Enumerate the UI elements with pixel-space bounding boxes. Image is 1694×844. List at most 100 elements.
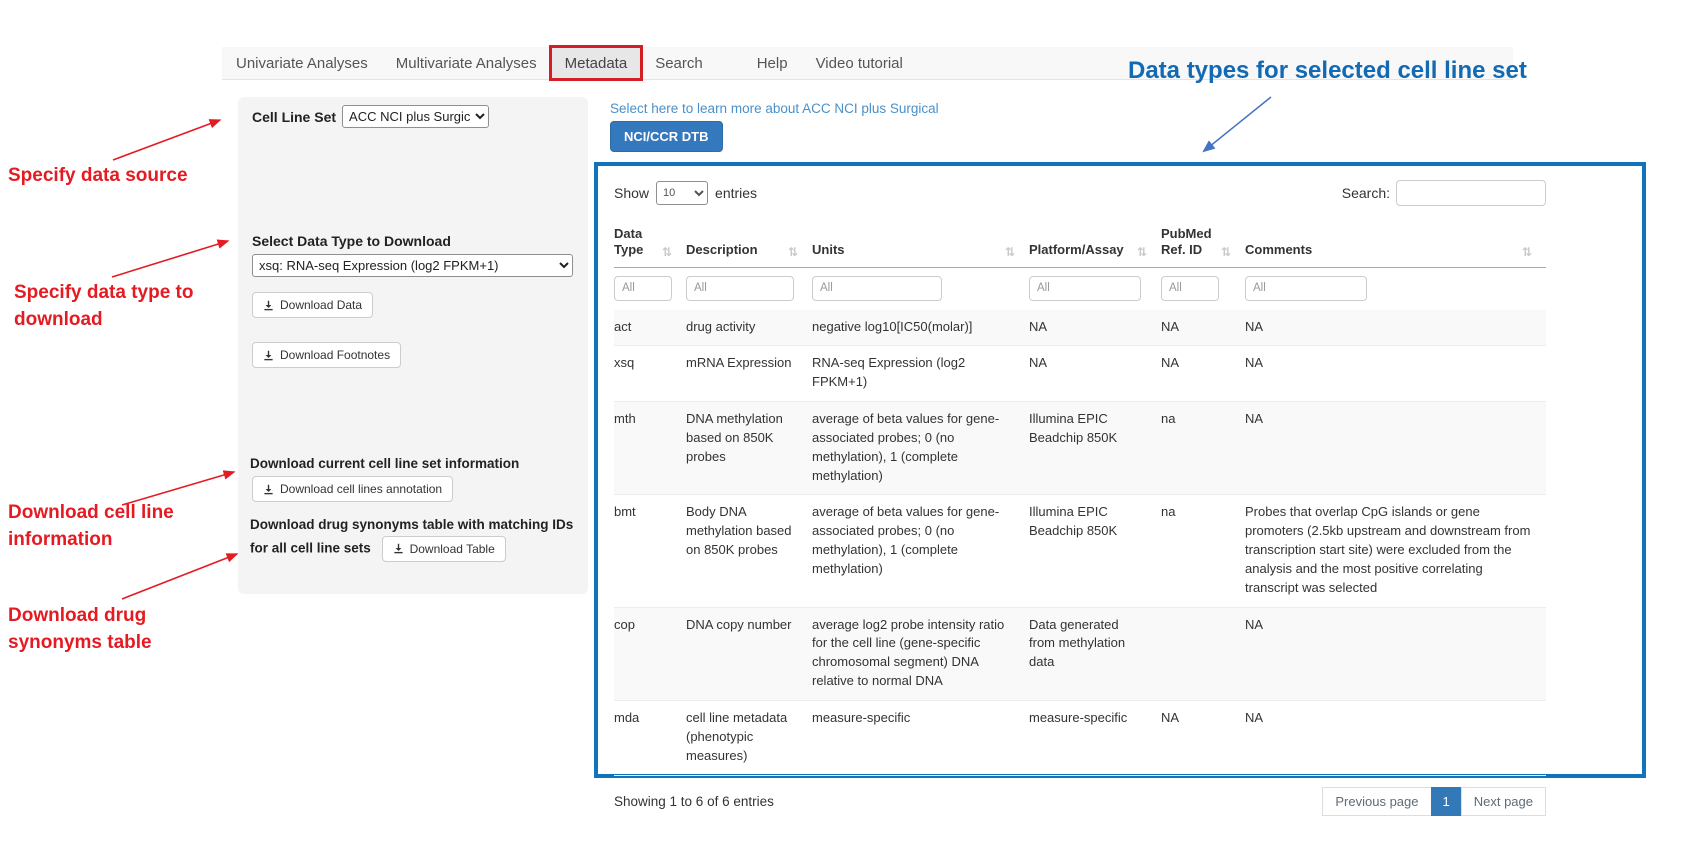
cell-units: average log2 probe intensity ratio for t…	[812, 607, 1029, 700]
cell-platform: Data generated from methylation data	[1029, 607, 1161, 700]
cell-units: RNA-seq Expression (log2 FPKM+1)	[812, 346, 1029, 402]
column-header-data-type[interactable]: Data Type⇅	[614, 222, 686, 267]
cell-description: drug activity	[686, 310, 812, 346]
download-footnotes-button[interactable]: Download Footnotes	[252, 342, 401, 368]
cell-units: average of beta values for gene-associat…	[812, 402, 1029, 495]
data-type-select[interactable]: xsq: RNA-seq Expression (log2 FPKM+1)	[252, 254, 573, 277]
cell-platform: Illumina EPIC Beadchip 850K	[1029, 495, 1161, 607]
entries-label: entries	[715, 185, 757, 201]
sort-icon[interactable]: ⇅	[662, 246, 672, 259]
learn-more-link[interactable]: Select here to learn more about ACC NCI …	[610, 101, 939, 116]
cell-pubmed	[1161, 607, 1245, 700]
download-icon	[393, 543, 404, 554]
download-icon	[263, 484, 274, 495]
cell-description: Body DNA methylation based on 850K probe…	[686, 495, 812, 607]
tab-multivariate-analyses[interactable]: Multivariate Analyses	[382, 47, 551, 79]
column-header-pubmed-ref-id[interactable]: PubMed Ref. ID⇅	[1161, 222, 1245, 267]
data-source-button[interactable]: NCI/CCR DTB	[610, 121, 723, 152]
download-data-button[interactable]: Download Data	[252, 292, 373, 318]
tab-video-tutorial[interactable]: Video tutorial	[802, 47, 917, 79]
table-row: cop DNA copy number average log2 probe i…	[614, 607, 1546, 700]
sidebar-panel: Cell Line Set ACC NCI plus Surgical Sele…	[238, 97, 588, 594]
cell-data-type: mth	[614, 402, 686, 495]
next-page-button[interactable]: Next page	[1461, 787, 1546, 816]
cell-pubmed: NA	[1161, 310, 1245, 346]
page-length-select[interactable]: 10	[656, 181, 708, 205]
show-label: Show	[614, 185, 649, 201]
drug-synonyms-heading: Download drug synonyms table with matchi…	[250, 515, 576, 562]
cell-comments: Probes that overlap CpG islands or gene …	[1245, 495, 1546, 607]
cell-units: average of beta values for gene-associat…	[812, 495, 1029, 607]
column-label: Units	[812, 242, 845, 258]
column-header-description[interactable]: Description⇅	[686, 222, 812, 267]
column-label: Platform/Assay	[1029, 242, 1124, 258]
cell-description: cell line metadata (phenotypic measures)	[686, 701, 812, 776]
annotation-download-drug-synonyms: Download drug synonyms table	[8, 603, 170, 656]
annotation-specify-data-source: Specify data source	[8, 163, 218, 190]
filter-input-units[interactable]	[812, 276, 942, 301]
tab-metadata[interactable]: Metadata	[551, 47, 642, 79]
cell-pubmed: na	[1161, 495, 1245, 607]
cell-pubmed: na	[1161, 402, 1245, 495]
arrow-data-type	[112, 241, 228, 277]
download-cell-lines-annotation-label: Download cell lines annotation	[280, 482, 442, 496]
download-data-label: Download Data	[280, 298, 362, 312]
table-row: mda cell line metadata (phenotypic measu…	[614, 701, 1546, 776]
table-row: bmt Body DNA methylation based on 850K p…	[614, 495, 1546, 607]
cell-description: DNA methylation based on 850K probes	[686, 402, 812, 495]
search-input[interactable]	[1396, 180, 1546, 206]
page-number-button[interactable]: 1	[1431, 787, 1462, 816]
sort-icon[interactable]: ⇅	[1137, 246, 1147, 259]
sort-icon[interactable]: ⇅	[1221, 246, 1231, 259]
column-header-comments[interactable]: Comments ⇅	[1245, 222, 1546, 267]
cell-data-type: mda	[614, 701, 686, 776]
cell-line-set-select[interactable]: ACC NCI plus Surgical	[342, 105, 489, 128]
column-header-units[interactable]: Units ⇅	[812, 222, 1029, 267]
table-row: xsq mRNA Expression RNA-seq Expression (…	[614, 346, 1546, 402]
column-header-platform-assay[interactable]: Platform/Assay ⇅	[1029, 222, 1161, 267]
filter-input-description[interactable]	[686, 276, 794, 301]
filter-input-platform-assay[interactable]	[1029, 276, 1141, 301]
filter-input-pubmed-ref-id[interactable]	[1161, 276, 1219, 301]
download-icon	[263, 300, 274, 311]
sort-icon[interactable]: ⇅	[1005, 246, 1015, 259]
download-table-button[interactable]: Download Table	[382, 536, 506, 562]
cell-data-type: cop	[614, 607, 686, 700]
cell-units: measure-specific	[812, 701, 1029, 776]
sort-icon[interactable]: ⇅	[788, 246, 798, 259]
data-type-label: Select Data Type to Download	[252, 233, 451, 249]
arrow-drug-synonyms	[122, 554, 237, 599]
cell-pubmed: NA	[1161, 701, 1245, 776]
cell-platform: NA	[1029, 310, 1161, 346]
cell-comments: NA	[1245, 607, 1546, 700]
filter-input-comments[interactable]	[1245, 276, 1367, 301]
arrow-data-types-table	[1204, 97, 1271, 151]
tab-search[interactable]: Search	[641, 47, 717, 79]
download-table-label: Download Table	[410, 542, 495, 556]
cell-line-set-label: Cell Line Set	[252, 109, 336, 125]
tab-help[interactable]: Help	[743, 47, 802, 79]
search-label: Search:	[1342, 185, 1390, 201]
cell-units: negative log10[IC50(molar)]	[812, 310, 1029, 346]
previous-page-button[interactable]: Previous page	[1322, 787, 1431, 816]
cell-platform: NA	[1029, 346, 1161, 402]
annotation-specify-data-type: Specify data type to download	[14, 280, 232, 333]
cell-pubmed: NA	[1161, 346, 1245, 402]
download-icon	[263, 350, 274, 361]
cell-platform: measure-specific	[1029, 701, 1161, 776]
download-footnotes-label: Download Footnotes	[280, 348, 390, 362]
annotation-data-types-title: Data types for selected cell line set	[1128, 57, 1527, 85]
table-row: mth DNA methylation based on 850K probes…	[614, 402, 1546, 495]
column-label: Comments	[1245, 242, 1312, 258]
cell-description: mRNA Expression	[686, 346, 812, 402]
tab-univariate-analyses[interactable]: Univariate Analyses	[222, 47, 382, 79]
cell-line-info-heading: Download current cell line set informati…	[250, 454, 519, 475]
cell-comments: NA	[1245, 701, 1546, 776]
data-types-table-panel: Show 10 entries Search: Data Type⇅ Descr…	[594, 162, 1646, 778]
cell-platform: Illumina EPIC Beadchip 850K	[1029, 402, 1161, 495]
filter-input-data-type[interactable]	[614, 276, 672, 301]
sort-icon[interactable]: ⇅	[1522, 246, 1532, 259]
column-label: Data Type	[614, 226, 662, 259]
annotation-download-cell-line-info: Download cell line information	[8, 500, 196, 553]
download-cell-lines-annotation-button[interactable]: Download cell lines annotation	[252, 476, 453, 502]
